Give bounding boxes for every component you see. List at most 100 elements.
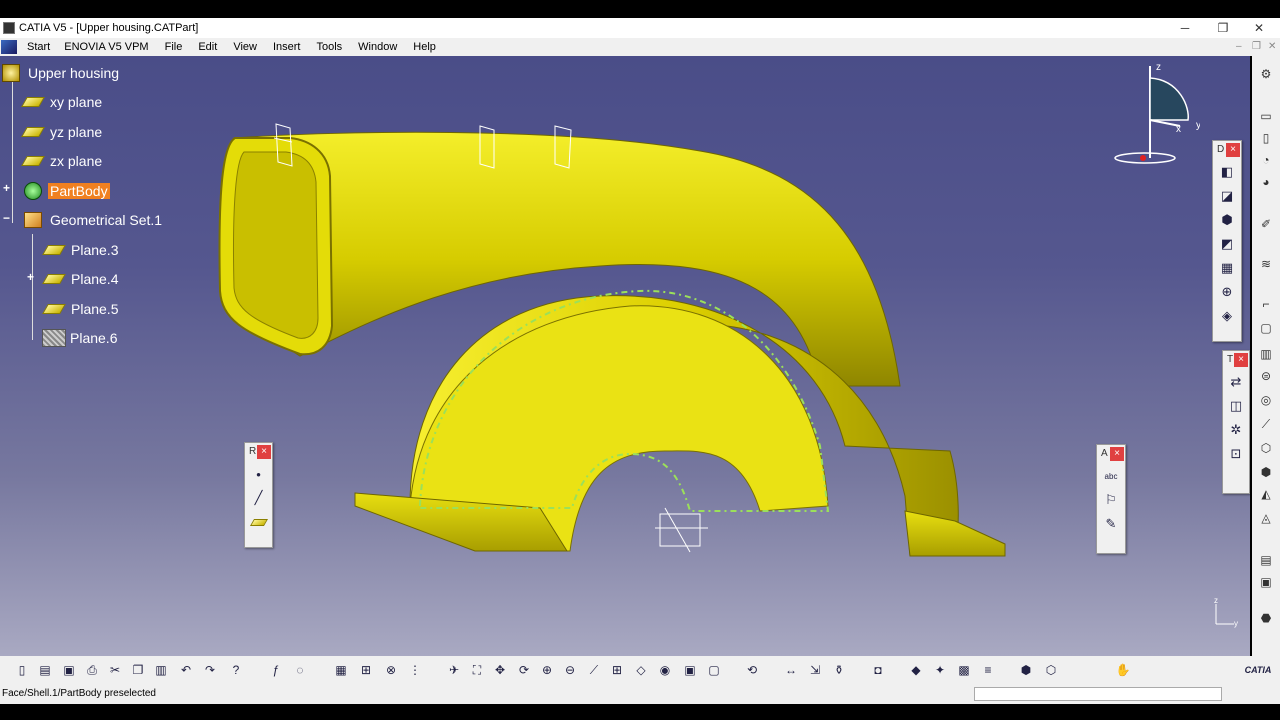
material-button[interactable]: ◆ bbox=[906, 660, 926, 680]
part-design-button[interactable]: ⬢ bbox=[1016, 660, 1036, 680]
tree-item-partbody[interactable]: PartBody bbox=[24, 180, 110, 202]
workbench-button[interactable]: ✋ bbox=[1113, 660, 1133, 680]
thick-surface-button[interactable]: ⟋ bbox=[1255, 414, 1277, 434]
measure-between-button[interactable]: ↔ bbox=[781, 660, 801, 680]
table-button[interactable]: ▦ bbox=[331, 660, 351, 680]
pocket-button[interactable]: ▯ bbox=[1255, 128, 1277, 148]
redo-button[interactable]: ↷ bbox=[200, 660, 220, 680]
settings-button[interactable]: ⚙ bbox=[1255, 64, 1277, 84]
render-button[interactable]: ✦ bbox=[930, 660, 950, 680]
groove-button[interactable]: ◕ bbox=[1255, 172, 1277, 192]
iso-view-button[interactable]: ◇ bbox=[631, 660, 651, 680]
whats-this-button[interactable]: ? bbox=[226, 660, 246, 680]
close-toolbar-button[interactable]: × bbox=[257, 445, 271, 459]
fit-all-button[interactable]: ⛶ bbox=[467, 660, 487, 680]
doc-restore-button[interactable]: ❐ bbox=[1252, 38, 1261, 56]
measure-inertia-button[interactable]: ⚱ bbox=[829, 660, 849, 680]
collapse-geometrical-set-icon[interactable]: − bbox=[2, 212, 11, 224]
restore-button[interactable]: ❐ bbox=[1204, 18, 1242, 38]
pattern-button[interactable]: ✲ bbox=[1225, 419, 1247, 441]
menu-file[interactable]: File bbox=[157, 38, 191, 56]
rotate-button[interactable]: ⟳ bbox=[514, 660, 534, 680]
zoom-out-button[interactable]: ⊖ bbox=[560, 660, 580, 680]
shaft-button[interactable]: ◔ bbox=[1255, 150, 1277, 170]
paste-button[interactable]: ▥ bbox=[151, 660, 171, 680]
menu-help[interactable]: Help bbox=[405, 38, 444, 56]
tree-item-plane4[interactable]: Plane.4 bbox=[42, 268, 120, 290]
catalog-button[interactable]: ⊞ bbox=[356, 660, 376, 680]
draft-button[interactable]: ⬢ bbox=[1216, 209, 1238, 231]
surface-button[interactable]: ≋ bbox=[1255, 254, 1277, 274]
apply-material-button[interactable]: ⬣ bbox=[1255, 608, 1277, 628]
undo-button[interactable]: ↶ bbox=[176, 660, 196, 680]
close-toolbar-button[interactable]: × bbox=[1226, 143, 1240, 157]
annotation-set-button[interactable]: ✎ bbox=[1100, 513, 1122, 535]
point-button[interactable]: • bbox=[248, 463, 270, 485]
thickness-button[interactable]: ▦ bbox=[1216, 257, 1238, 279]
tree-item-zx-plane[interactable]: zx plane bbox=[21, 150, 104, 172]
capture-button[interactable]: ◘ bbox=[868, 660, 888, 680]
boolean-button[interactable]: ◬ bbox=[1255, 508, 1277, 528]
stiffener-button[interactable]: ▥ bbox=[1255, 344, 1277, 364]
multi-view-button[interactable]: ⊞ bbox=[607, 660, 627, 680]
swap-space-button[interactable]: ▢ bbox=[704, 660, 724, 680]
mirror-button[interactable]: ◫ bbox=[1225, 395, 1247, 417]
open-button[interactable]: ▤ bbox=[35, 660, 55, 680]
print-button[interactable]: ⎙ bbox=[82, 660, 102, 680]
normal-view-button[interactable]: ⟋ bbox=[584, 660, 604, 680]
pad-button[interactable]: ▭ bbox=[1255, 106, 1277, 126]
doc-close-button[interactable]: ✕ bbox=[1268, 38, 1276, 56]
text-annotation-button[interactable]: abc bbox=[1100, 465, 1122, 487]
fillet-button[interactable]: ◧ bbox=[1216, 161, 1238, 183]
tree-item-plane3[interactable]: Plane.3 bbox=[42, 239, 120, 261]
sew-surface-button[interactable]: ⬢ bbox=[1255, 462, 1277, 482]
menu-enovia[interactable]: ENOVIA V5 VPM bbox=[56, 38, 156, 56]
multi-section-button[interactable]: ⊜ bbox=[1255, 366, 1277, 386]
menu-edit[interactable]: Edit bbox=[190, 38, 225, 56]
measure-item-button[interactable]: ⇲ bbox=[805, 660, 825, 680]
cut-button[interactable]: ✂ bbox=[105, 660, 125, 680]
part-geometry[interactable] bbox=[0, 56, 1250, 656]
hole-button[interactable]: ◎ bbox=[1255, 390, 1277, 410]
tree-item-geometrical-set[interactable]: Geometrical Set.1 bbox=[24, 209, 164, 231]
flag-note-button[interactable]: ⚐ bbox=[1100, 489, 1122, 511]
3d-viewport[interactable]: Upper housing xy plane yz plane zx plane… bbox=[0, 56, 1250, 656]
layer-button[interactable]: ≡ bbox=[978, 660, 998, 680]
measure-button[interactable]: ▣ bbox=[1255, 572, 1277, 592]
formula-button[interactable]: ƒ bbox=[266, 660, 286, 680]
tree-item-xy-plane[interactable]: xy plane bbox=[21, 91, 104, 113]
menu-tools[interactable]: Tools bbox=[308, 38, 350, 56]
copy-button[interactable]: ❐ bbox=[128, 660, 148, 680]
minimize-button[interactable]: ─ bbox=[1166, 18, 1204, 38]
line-button[interactable]: ╱ bbox=[248, 487, 270, 509]
close-toolbar-button[interactable]: × bbox=[1110, 447, 1124, 461]
plane-button[interactable] bbox=[248, 511, 270, 533]
thread-button[interactable]: ⊕ bbox=[1216, 281, 1238, 303]
shell-button[interactable]: ◩ bbox=[1216, 233, 1238, 255]
new-button[interactable]: ▯ bbox=[12, 660, 32, 680]
slot-button[interactable]: ▢ bbox=[1255, 318, 1277, 338]
hybrid-design-button[interactable]: ⬡ bbox=[1041, 660, 1061, 680]
specs-button[interactable]: ⋮ bbox=[405, 660, 425, 680]
scaling-button[interactable]: ⊡ bbox=[1225, 443, 1247, 465]
tree-item-plane6[interactable]: Plane.6 bbox=[42, 327, 119, 349]
split-button[interactable]: ◭ bbox=[1255, 484, 1277, 504]
close-surface-button[interactable]: ⬡ bbox=[1255, 438, 1277, 458]
doc-minimize-button[interactable]: – bbox=[1236, 38, 1242, 56]
tree-item-yz-plane[interactable]: yz plane bbox=[21, 121, 104, 143]
fly-mode-button[interactable]: ✈ bbox=[444, 660, 464, 680]
menu-view[interactable]: View bbox=[225, 38, 265, 56]
hide-show-button[interactable]: ▣ bbox=[680, 660, 700, 680]
menu-start[interactable]: Start bbox=[21, 38, 56, 56]
update-button[interactable]: ⟲ bbox=[742, 660, 762, 680]
scene-button[interactable]: ▩ bbox=[954, 660, 974, 680]
shading-button[interactable]: ◉ bbox=[655, 660, 675, 680]
comment-button[interactable]: ◌ bbox=[290, 660, 310, 680]
expand-plane4-icon[interactable]: + bbox=[26, 271, 35, 283]
tree-item-plane5[interactable]: Plane.5 bbox=[42, 298, 120, 320]
close-button[interactable]: ✕ bbox=[1240, 18, 1278, 38]
translate-button[interactable]: ⇄ bbox=[1225, 371, 1247, 393]
snap-button[interactable]: ⊗ bbox=[381, 660, 401, 680]
menu-window[interactable]: Window bbox=[350, 38, 405, 56]
save-button[interactable]: ▣ bbox=[59, 660, 79, 680]
